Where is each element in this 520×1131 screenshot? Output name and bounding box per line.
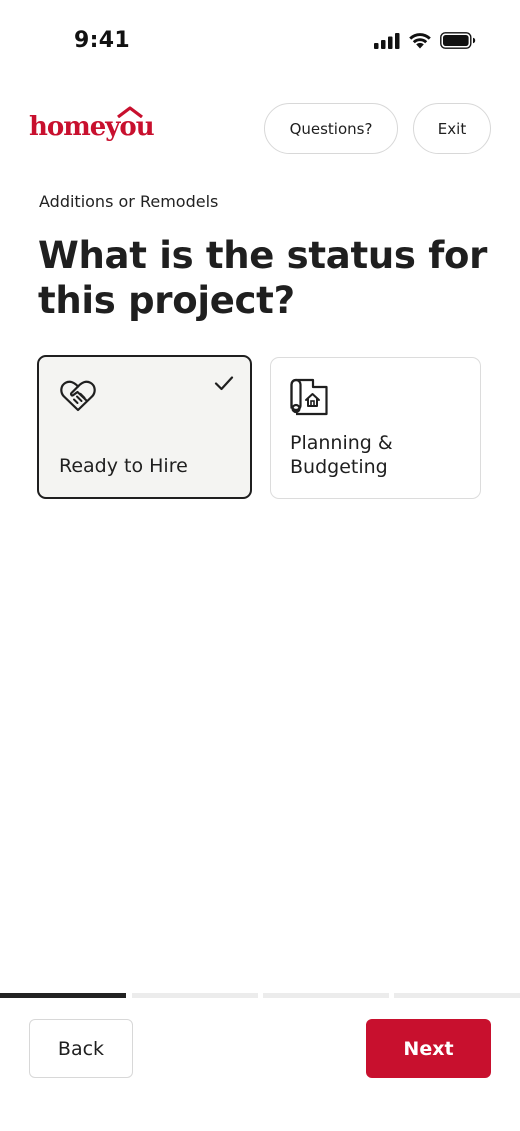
category-subtitle: Additions or Remodels [39, 192, 219, 211]
status-icons [374, 32, 476, 49]
option-label-ready-to-hire: Ready to Hire [59, 455, 188, 477]
blueprint-house-icon [290, 378, 328, 416]
progress-segment [394, 993, 520, 998]
back-button[interactable]: Back [29, 1019, 133, 1078]
screen: 9:41 homeyou Questions? Exit Additions o… [0, 0, 520, 1131]
status-time: 9:41 [74, 28, 130, 53]
check-icon [214, 376, 234, 391]
battery-icon [440, 32, 476, 49]
progress-segment [263, 993, 389, 998]
handshake-heart-icon [60, 380, 96, 412]
signal-icon [374, 32, 400, 49]
option-ready-to-hire[interactable]: Ready to Hire [37, 355, 252, 499]
progress-bar [0, 993, 520, 999]
next-button[interactable]: Next [366, 1019, 491, 1078]
homeyou-logo[interactable]: homeyou [29, 106, 155, 146]
progress-segment [132, 993, 258, 998]
questions-button[interactable]: Questions? [264, 103, 398, 154]
option-label-planning-budgeting: Planning & Budgeting [290, 432, 393, 478]
wifi-icon [409, 33, 431, 49]
logo-text: homeyou [29, 112, 155, 142]
option-planning-budgeting[interactable]: Planning & Budgeting [270, 357, 481, 499]
status-bar: 9:41 [0, 0, 520, 84]
progress-segment [0, 993, 126, 998]
exit-button[interactable]: Exit [413, 103, 491, 154]
question-title: What is the status for this project? [38, 234, 488, 322]
